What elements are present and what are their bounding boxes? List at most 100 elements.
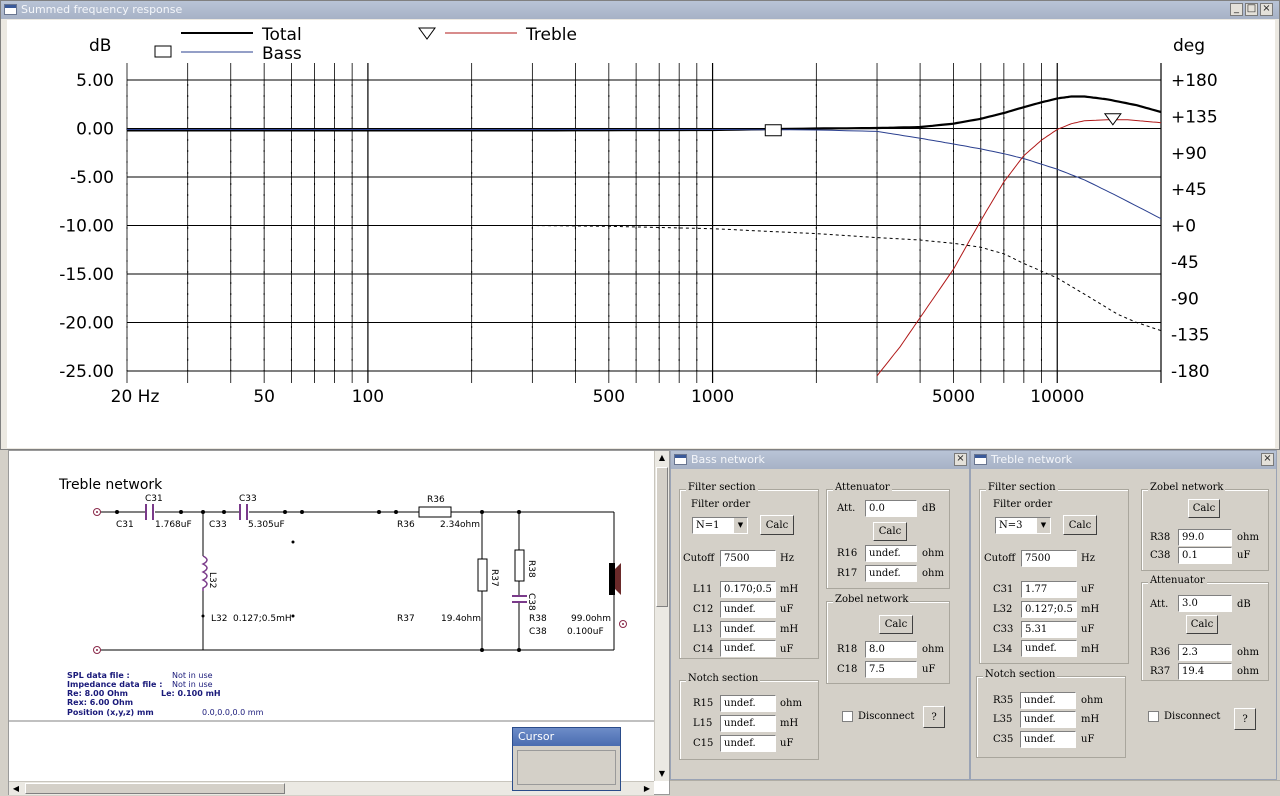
c15-input[interactable]: undef. bbox=[720, 735, 776, 752]
l34-input[interactable]: undef. bbox=[1021, 640, 1077, 657]
bass-disconnect-label[interactable]: Disconnect bbox=[858, 711, 914, 722]
zobel-calc-button[interactable]: Calc bbox=[879, 615, 913, 634]
x-tick-label: 1000 bbox=[691, 387, 734, 407]
c18-input[interactable]: 7.5 bbox=[865, 661, 917, 678]
filter-order-select[interactable]: N=1 ▼ bbox=[692, 517, 748, 534]
vertical-scrollbar[interactable]: ▲ ▼ bbox=[654, 451, 669, 781]
treble-disconnect-label[interactable]: Disconnect bbox=[1164, 711, 1220, 722]
resistor-r38 bbox=[514, 549, 525, 582]
att-input[interactable]: 0.0 bbox=[865, 500, 917, 517]
l15-unit: mH bbox=[780, 718, 799, 729]
l15-input[interactable]: undef. bbox=[720, 715, 776, 732]
r36-input[interactable]: 2.3 bbox=[1178, 644, 1232, 661]
cutoff-input[interactable]: 7500 bbox=[1021, 550, 1077, 567]
dropdown-arrow-icon[interactable]: ▼ bbox=[733, 518, 747, 533]
y2-tick-label: -180 bbox=[1171, 362, 1210, 382]
filter-order-select[interactable]: N=3 ▼ bbox=[995, 517, 1051, 534]
y-tick-label: -15.00 bbox=[59, 265, 114, 285]
capacitor-c38 bbox=[512, 595, 527, 603]
scroll-thumb[interactable] bbox=[656, 467, 668, 607]
impedance-file-label: Impedance data file : bbox=[67, 680, 162, 689]
c31-input[interactable]: 1.77 bbox=[1021, 581, 1077, 598]
l34-unit: mH bbox=[1081, 644, 1100, 655]
r35-input[interactable]: undef. bbox=[1020, 692, 1076, 709]
l32-input[interactable]: 0.127;0.5 bbox=[1021, 601, 1077, 618]
treble-attenuator-section: Attenuator Att. 3.0 dB Calc R36 2.3 ohm … bbox=[1141, 575, 1269, 681]
cutoff-input[interactable]: 7500 bbox=[720, 550, 776, 567]
inductor-l32 bbox=[201, 555, 208, 591]
c31-label-top: C31 bbox=[145, 494, 163, 504]
zobel-calc-button[interactable]: Calc bbox=[1188, 499, 1220, 518]
c38-label: C38 bbox=[529, 627, 547, 637]
attenuator-calc-button[interactable]: Calc bbox=[873, 522, 907, 541]
treble-close-button[interactable]: × bbox=[1261, 453, 1274, 466]
filter-calc-button[interactable]: Calc bbox=[1063, 515, 1097, 535]
summed-frequency-response-window: Summed frequency response _ □ × 5.00 0.00… bbox=[0, 0, 1280, 450]
c35-unit: uF bbox=[1081, 734, 1095, 745]
bass-filter-section: Filter section Filter order N=1 ▼ Calc C… bbox=[679, 482, 819, 659]
l35-input[interactable]: undef. bbox=[1020, 711, 1076, 728]
c35-input[interactable]: undef. bbox=[1020, 731, 1076, 748]
c38-input[interactable]: 0.1 bbox=[1178, 547, 1232, 564]
c14-input[interactable]: undef. bbox=[720, 640, 776, 657]
c33-input[interactable]: 5.31 bbox=[1021, 621, 1077, 638]
cutoff-label: Cutoff bbox=[683, 553, 715, 564]
l13-input[interactable]: undef. bbox=[720, 621, 776, 638]
r37-input[interactable]: 19.4 bbox=[1178, 663, 1232, 680]
treble-disconnect-checkbox[interactable] bbox=[1148, 711, 1159, 722]
scroll-right-arrow-icon[interactable]: ▶ bbox=[640, 782, 654, 795]
r17-unit: ohm bbox=[922, 568, 944, 579]
c18-unit: uF bbox=[922, 664, 936, 675]
r15-input[interactable]: undef. bbox=[720, 695, 776, 712]
c38-side-label: C38 bbox=[526, 593, 536, 611]
c18-label: C18 bbox=[837, 664, 858, 675]
treble-help-button[interactable]: ? bbox=[1234, 708, 1256, 730]
x-tick-label: 100 bbox=[352, 387, 384, 407]
c31-label: C31 bbox=[993, 584, 1014, 595]
cursor-window-title: Cursor bbox=[518, 730, 555, 743]
cursor-readout bbox=[517, 750, 616, 785]
x-tick-label: 10000 bbox=[1030, 387, 1084, 407]
bottom-strip bbox=[670, 780, 1280, 795]
r16-input[interactable]: undef. bbox=[865, 545, 917, 562]
r17-input[interactable]: undef. bbox=[865, 565, 917, 582]
att-unit: dB bbox=[1237, 599, 1251, 610]
bass-attenuator-section: Attenuator Att. 0.0 dB Calc R16 undef. o… bbox=[826, 482, 950, 589]
scroll-down-arrow-icon[interactable]: ▼ bbox=[655, 767, 669, 781]
bass-close-button[interactable]: × bbox=[954, 453, 967, 466]
y2-tick-label: -135 bbox=[1171, 326, 1210, 346]
r36-label: R36 bbox=[1150, 647, 1171, 658]
c12-label: C12 bbox=[693, 604, 714, 615]
bass-disconnect-checkbox[interactable] bbox=[842, 711, 853, 722]
cursor-window[interactable]: Cursor bbox=[512, 727, 621, 791]
bass-window-titlebar[interactable]: Bass network bbox=[671, 451, 969, 469]
scroll-left-arrow-icon[interactable]: ◀ bbox=[9, 782, 23, 795]
scroll-up-arrow-icon[interactable]: ▲ bbox=[655, 451, 669, 465]
r38-input[interactable]: 99.0 bbox=[1178, 529, 1232, 546]
c15-unit: uF bbox=[780, 738, 794, 749]
treble-window-titlebar[interactable]: Treble network bbox=[971, 451, 1276, 469]
bass-help-button[interactable]: ? bbox=[923, 706, 945, 728]
rex-value: Rex: 6.00 Ohm bbox=[67, 698, 133, 707]
c12-input[interactable]: undef. bbox=[720, 601, 776, 618]
frequency-response-chart[interactable]: 5.00 0.00 -5.00 -10.00 -15.00 -20.00 -25.00 +18… bbox=[1, 1, 1280, 451]
notch-title: Notch section bbox=[686, 673, 761, 684]
cutoff-label: Cutoff bbox=[984, 553, 1016, 564]
horizontal-scroll-thumb[interactable] bbox=[25, 783, 285, 794]
attenuator-calc-button[interactable]: Calc bbox=[1186, 615, 1218, 634]
r18-input[interactable]: 8.0 bbox=[865, 641, 917, 658]
legend-treble-label: Treble bbox=[525, 25, 577, 45]
filter-section-title: Filter section bbox=[686, 482, 758, 493]
y2-tick-label: -45 bbox=[1171, 253, 1199, 273]
x-tick-label: 5000 bbox=[932, 387, 975, 407]
treble-window-title: Treble network bbox=[991, 453, 1073, 466]
dropdown-arrow-icon[interactable]: ▼ bbox=[1036, 518, 1050, 533]
filter-calc-button[interactable]: Calc bbox=[760, 515, 794, 535]
cursor-window-titlebar[interactable]: Cursor bbox=[513, 728, 620, 746]
l11-input[interactable]: 0.170;0.5 bbox=[720, 581, 776, 598]
legend-bass-marker bbox=[154, 45, 172, 58]
le-value: Le: 0.100 mH bbox=[161, 689, 221, 698]
r36-label-top: R36 bbox=[427, 495, 445, 505]
capacitor-c33 bbox=[239, 504, 248, 520]
att-input[interactable]: 3.0 bbox=[1178, 595, 1232, 612]
